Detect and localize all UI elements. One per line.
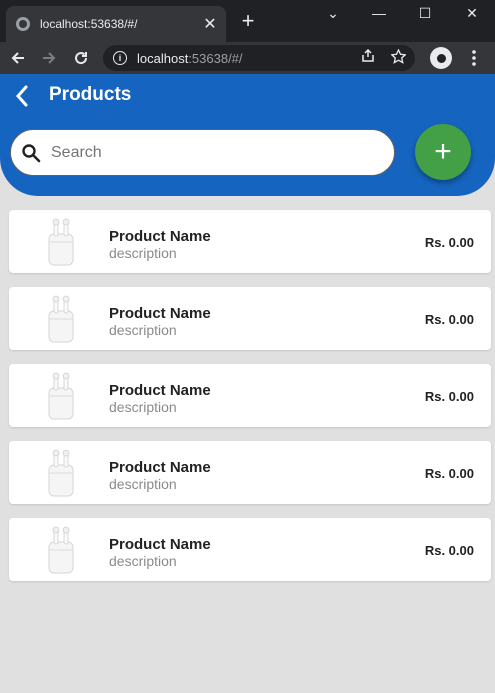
page-title: Products (49, 84, 132, 105)
product-image (48, 372, 74, 420)
product-image (48, 218, 74, 266)
product-price: Rs. 0.00 (424, 389, 474, 404)
product-image (48, 295, 74, 343)
product-card[interactable]: Product Name description Rs. 0.00 (9, 364, 491, 427)
tab-close-icon[interactable]: ✕ (198, 14, 222, 34)
product-description: description (109, 553, 177, 569)
product-name: Product Name (109, 305, 211, 322)
browser-toolbar: i localhost:53638/#/ (0, 42, 495, 74)
tab-search-icon[interactable]: ⌄ (310, 0, 356, 26)
product-image (48, 449, 74, 497)
product-list: Product Name description Rs. 0.00 Product N… (9, 210, 491, 595)
site-info-icon[interactable]: i (113, 51, 127, 65)
search-input[interactable] (51, 143, 394, 162)
product-card[interactable]: Product Name description Rs. 0.00 (9, 210, 491, 273)
reload-icon[interactable] (69, 46, 93, 70)
globe-icon (16, 17, 30, 31)
product-name: Product Name (109, 382, 211, 399)
search-field[interactable] (10, 129, 395, 176)
back-arrow-icon[interactable] (6, 46, 30, 70)
back-chevron-icon[interactable] (10, 82, 34, 110)
product-description: description (109, 399, 177, 415)
product-price: Rs. 0.00 (424, 543, 474, 558)
app-screen: Products + Product NamedescriptionRs. 0.… (0, 74, 495, 693)
product-name: Product Name (109, 536, 211, 553)
url-host: localhost (137, 50, 189, 66)
product-price: Rs. 0.00 (424, 466, 474, 481)
product-description: description (109, 322, 177, 338)
maximize-button[interactable]: ☐ (402, 0, 448, 26)
product-name: Product Name (109, 228, 211, 245)
product-card[interactable]: Product Name description Rs. 0.00 (9, 518, 491, 581)
product-card[interactable]: Product Name description Rs. 0.00 (9, 287, 491, 350)
close-window-button[interactable]: ✕ (449, 0, 495, 26)
address-bar[interactable]: i localhost:53638/#/ (103, 45, 415, 71)
forward-arrow-icon[interactable] (37, 46, 61, 70)
app-header: Products + (0, 74, 495, 196)
product-name: Product Name (109, 459, 211, 476)
minimize-button[interactable]: — (356, 0, 402, 26)
product-price: Rs. 0.00 (424, 235, 474, 250)
profile-avatar-icon[interactable] (430, 47, 452, 69)
new-tab-button[interactable]: + (236, 10, 260, 32)
browser-tab-bar: localhost:53638/#/ ✕ + ⌄ — ☐ ✕ (0, 0, 495, 42)
kebab-menu-icon[interactable] (462, 46, 486, 70)
product-description: description (109, 476, 177, 492)
product-image (48, 526, 74, 574)
bookmark-star-icon[interactable] (390, 48, 407, 67)
tab-title: localhost:53638/#/ (40, 17, 138, 31)
product-description: description (109, 245, 177, 261)
product-card[interactable]: Product Name description Rs. 0.00 (9, 441, 491, 504)
search-icon (22, 143, 41, 162)
add-product-button[interactable]: + (415, 124, 471, 180)
product-price: Rs. 0.00 (424, 312, 474, 327)
url-path: :53638/#/ (188, 50, 243, 66)
share-icon[interactable] (361, 48, 375, 66)
browser-tab[interactable]: localhost:53638/#/ ✕ (6, 6, 226, 42)
